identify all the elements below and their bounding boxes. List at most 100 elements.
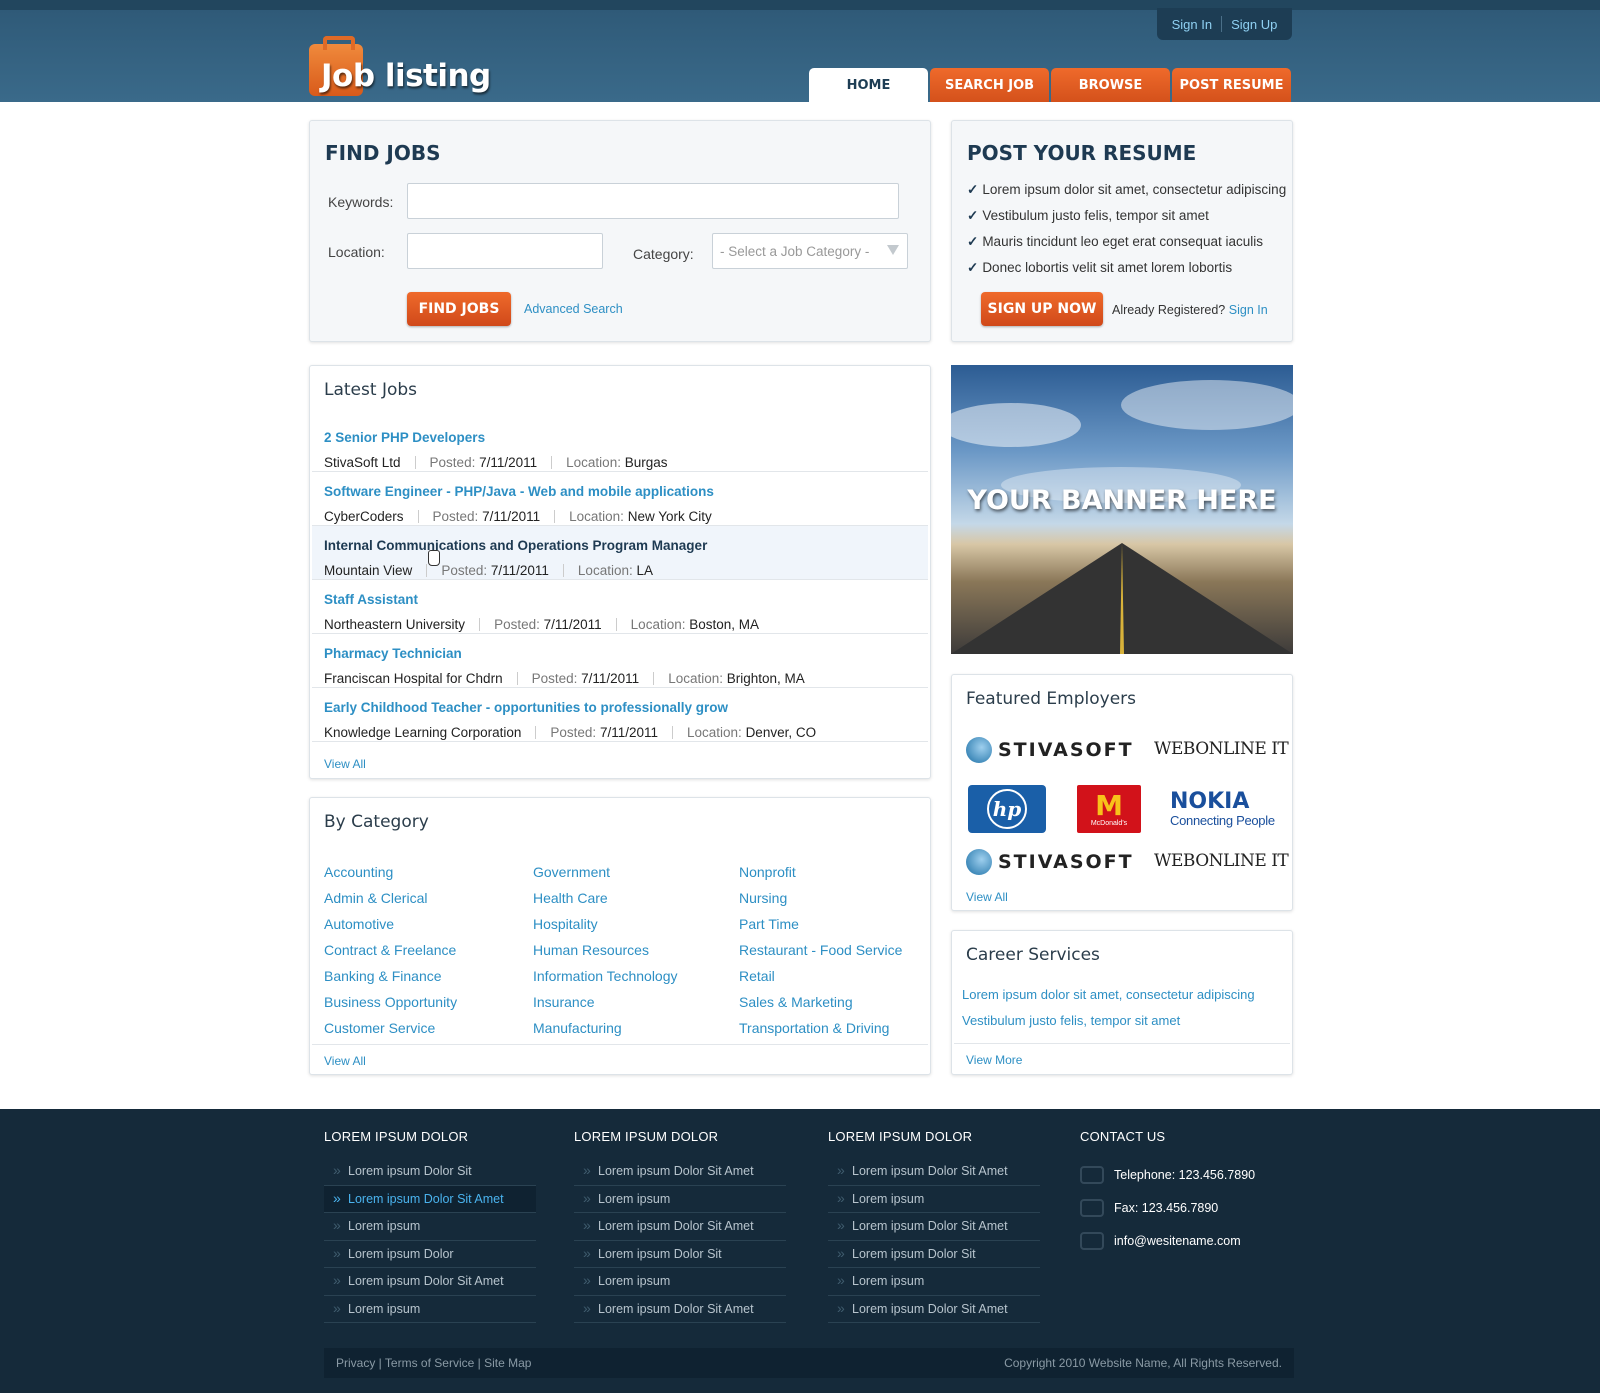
- career-link-1[interactable]: Lorem ipsum dolor sit amet, consectetur …: [962, 987, 1255, 1002]
- swirl-icon: [966, 737, 992, 763]
- footer-link[interactable]: Lorem ipsum Dolor Sit Amet: [574, 1296, 786, 1323]
- category-link[interactable]: Banking & Finance: [324, 968, 442, 984]
- footer-link[interactable]: Lorem ipsum: [828, 1186, 1040, 1213]
- job-title-link[interactable]: Internal Communications and Operations P…: [324, 538, 707, 553]
- sign-up-now-button[interactable]: SIGN UP NOW: [981, 292, 1103, 326]
- category-link[interactable]: Nursing: [739, 890, 787, 906]
- category-link[interactable]: Insurance: [533, 994, 594, 1010]
- footer-link[interactable]: Lorem ipsum Dolor Sit Amet: [324, 1185, 536, 1213]
- find-jobs-panel: FIND JOBS Keywords: Location: Category: …: [309, 120, 931, 342]
- job-title-link[interactable]: Software Engineer - PHP/Java - Web and m…: [324, 484, 714, 499]
- category-link[interactable]: Contract & Freelance: [324, 942, 456, 958]
- category-link[interactable]: Business Opportunity: [324, 994, 457, 1010]
- location-input[interactable]: [407, 233, 603, 269]
- job-row[interactable]: Staff Assistant Northeastern University Po…: [312, 580, 928, 634]
- job-row[interactable]: Pharmacy Technician Franciscan Hospital f…: [312, 634, 928, 688]
- keywords-input[interactable]: [407, 183, 899, 219]
- site-logo[interactable]: Job listing: [309, 36, 491, 100]
- resume-sign-in-link[interactable]: Sign In: [1229, 303, 1268, 317]
- sign-in-link[interactable]: Sign In: [1163, 17, 1221, 32]
- advanced-search-link[interactable]: Advanced Search: [524, 302, 623, 316]
- category-link[interactable]: Part Time: [739, 916, 799, 932]
- tab-search-job[interactable]: SEARCH JOB: [930, 68, 1049, 102]
- employer-logo-webonline[interactable]: WEBONLINE IT: [1154, 739, 1289, 759]
- job-date: 7/11/2011: [490, 563, 549, 578]
- keywords-label: Keywords:: [328, 194, 394, 210]
- footer-link[interactable]: Lorem ipsum Dolor Sit Amet: [828, 1213, 1040, 1241]
- resume-benefit-3: ✓ Mauris tincidunt leo eget erat consequa…: [967, 234, 1263, 249]
- category-view-all-link[interactable]: View All: [324, 1054, 366, 1068]
- job-row[interactable]: Internal Communications and Operations P…: [312, 526, 928, 580]
- career-services-title: Career Services: [966, 945, 1100, 965]
- employers-view-all-link[interactable]: View All: [966, 890, 1008, 904]
- job-title-link[interactable]: Early Childhood Teacher - opportunities …: [324, 700, 728, 715]
- category-link[interactable]: Manufacturing: [533, 1020, 622, 1036]
- footer-link[interactable]: Lorem ipsum: [324, 1213, 536, 1241]
- footer-link[interactable]: Lorem ipsum Dolor Sit Amet: [828, 1296, 1040, 1323]
- hp-mark: hp: [987, 789, 1027, 829]
- employer-logo-nokia[interactable]: NOKIA Connecting People: [1170, 791, 1275, 829]
- footer-link[interactable]: Lorem ipsum Dolor Sit: [324, 1158, 536, 1186]
- footer-link[interactable]: Lorem ipsum Dolor Sit Amet: [828, 1158, 1040, 1186]
- job-title-link[interactable]: Pharmacy Technician: [324, 646, 462, 661]
- category-link[interactable]: Customer Service: [324, 1020, 435, 1036]
- footer-link[interactable]: Lorem ipsum: [324, 1296, 536, 1323]
- jobs-view-all-link[interactable]: View All: [324, 757, 366, 771]
- category-link[interactable]: Hospitality: [533, 916, 598, 932]
- sign-up-link[interactable]: Sign Up: [1222, 17, 1286, 32]
- job-row[interactable]: Software Engineer - PHP/Java - Web and m…: [312, 472, 928, 526]
- tab-home[interactable]: HOME: [809, 68, 928, 102]
- job-location: LA: [636, 563, 653, 578]
- footer-link[interactable]: Lorem ipsum Dolor: [324, 1241, 536, 1268]
- employer-logo-stivasoft[interactable]: STIVASOFT: [966, 737, 1134, 763]
- category-link[interactable]: Transportation & Driving: [739, 1020, 889, 1036]
- footer-link[interactable]: Lorem ipsum Dolor Sit: [574, 1241, 786, 1268]
- category-link[interactable]: Accounting: [324, 864, 393, 880]
- job-row[interactable]: Early Childhood Teacher - opportunities …: [312, 688, 928, 742]
- job-title-link[interactable]: Staff Assistant: [324, 592, 418, 607]
- category-link[interactable]: Sales & Marketing: [739, 994, 853, 1010]
- job-company: Northeastern University: [324, 617, 466, 632]
- footer-link[interactable]: Lorem ipsum Dolor Sit Amet: [574, 1158, 786, 1186]
- posted-label: Posted:: [432, 509, 479, 524]
- category-link[interactable]: Health Care: [533, 890, 608, 906]
- find-jobs-button[interactable]: FIND JOBS: [407, 292, 511, 326]
- tab-browse[interactable]: BROWSE: [1051, 68, 1170, 102]
- career-view-more-link[interactable]: View More: [966, 1053, 1022, 1067]
- category-link[interactable]: Nonprofit: [739, 864, 796, 880]
- footer-link[interactable]: Lorem ipsum Dolor Sit Amet: [574, 1213, 786, 1241]
- divider: [417, 510, 419, 523]
- by-category-panel: By Category Accounting Admin & Clerical Au…: [309, 797, 931, 1075]
- category-link[interactable]: Restaurant - Food Service: [739, 942, 902, 958]
- contact-email[interactable]: info@wesitename.com: [1080, 1224, 1255, 1257]
- site-header: Sign In Sign Up Job listing HOME SEARCH …: [0, 0, 1600, 102]
- sitemap-link[interactable]: Site Map: [484, 1356, 531, 1370]
- tab-post-resume[interactable]: POST RESUME: [1172, 68, 1291, 102]
- job-title-link[interactable]: 2 Senior PHP Developers: [324, 430, 485, 445]
- category-link[interactable]: Human Resources: [533, 942, 649, 958]
- footer-link[interactable]: Lorem ipsum Dolor Sit Amet: [324, 1268, 536, 1296]
- terms-link[interactable]: Terms of Service: [385, 1356, 474, 1370]
- employer-logo-hp[interactable]: hp: [968, 785, 1046, 833]
- swirl-icon: [966, 849, 992, 875]
- footer-link[interactable]: Lorem ipsum: [828, 1268, 1040, 1296]
- category-link[interactable]: Admin & Clerical: [324, 890, 427, 906]
- category-link[interactable]: Automotive: [324, 916, 394, 932]
- employer-logo-webonline[interactable]: WEBONLINE IT: [1154, 851, 1289, 871]
- career-link-2[interactable]: Vestibulum justo felis, tempor sit amet: [962, 1013, 1180, 1028]
- category-link[interactable]: Information Technology: [533, 968, 678, 984]
- job-location: Burgas: [624, 455, 668, 470]
- copyright: Copyright 2010 Website Name, All Rights …: [1004, 1356, 1282, 1370]
- check-icon: ✓: [967, 182, 979, 197]
- employer-logo-mcdonalds[interactable]: M McDonald's: [1077, 785, 1141, 833]
- category-link[interactable]: Government: [533, 864, 610, 880]
- privacy-link[interactable]: Privacy: [336, 1356, 375, 1370]
- footer-link[interactable]: Lorem ipsum Dolor Sit: [828, 1241, 1040, 1268]
- job-row[interactable]: 2 Senior PHP Developers StivaSoft Ltd Post…: [312, 418, 928, 472]
- footer-link[interactable]: Lorem ipsum: [574, 1186, 786, 1213]
- employer-logo-stivasoft[interactable]: STIVASOFT: [966, 849, 1134, 875]
- category-select[interactable]: - Select a Job Category -: [712, 233, 908, 269]
- ad-banner[interactable]: YOUR BANNER HERE: [951, 365, 1293, 654]
- footer-link[interactable]: Lorem ipsum: [574, 1268, 786, 1296]
- category-link[interactable]: Retail: [739, 968, 775, 984]
